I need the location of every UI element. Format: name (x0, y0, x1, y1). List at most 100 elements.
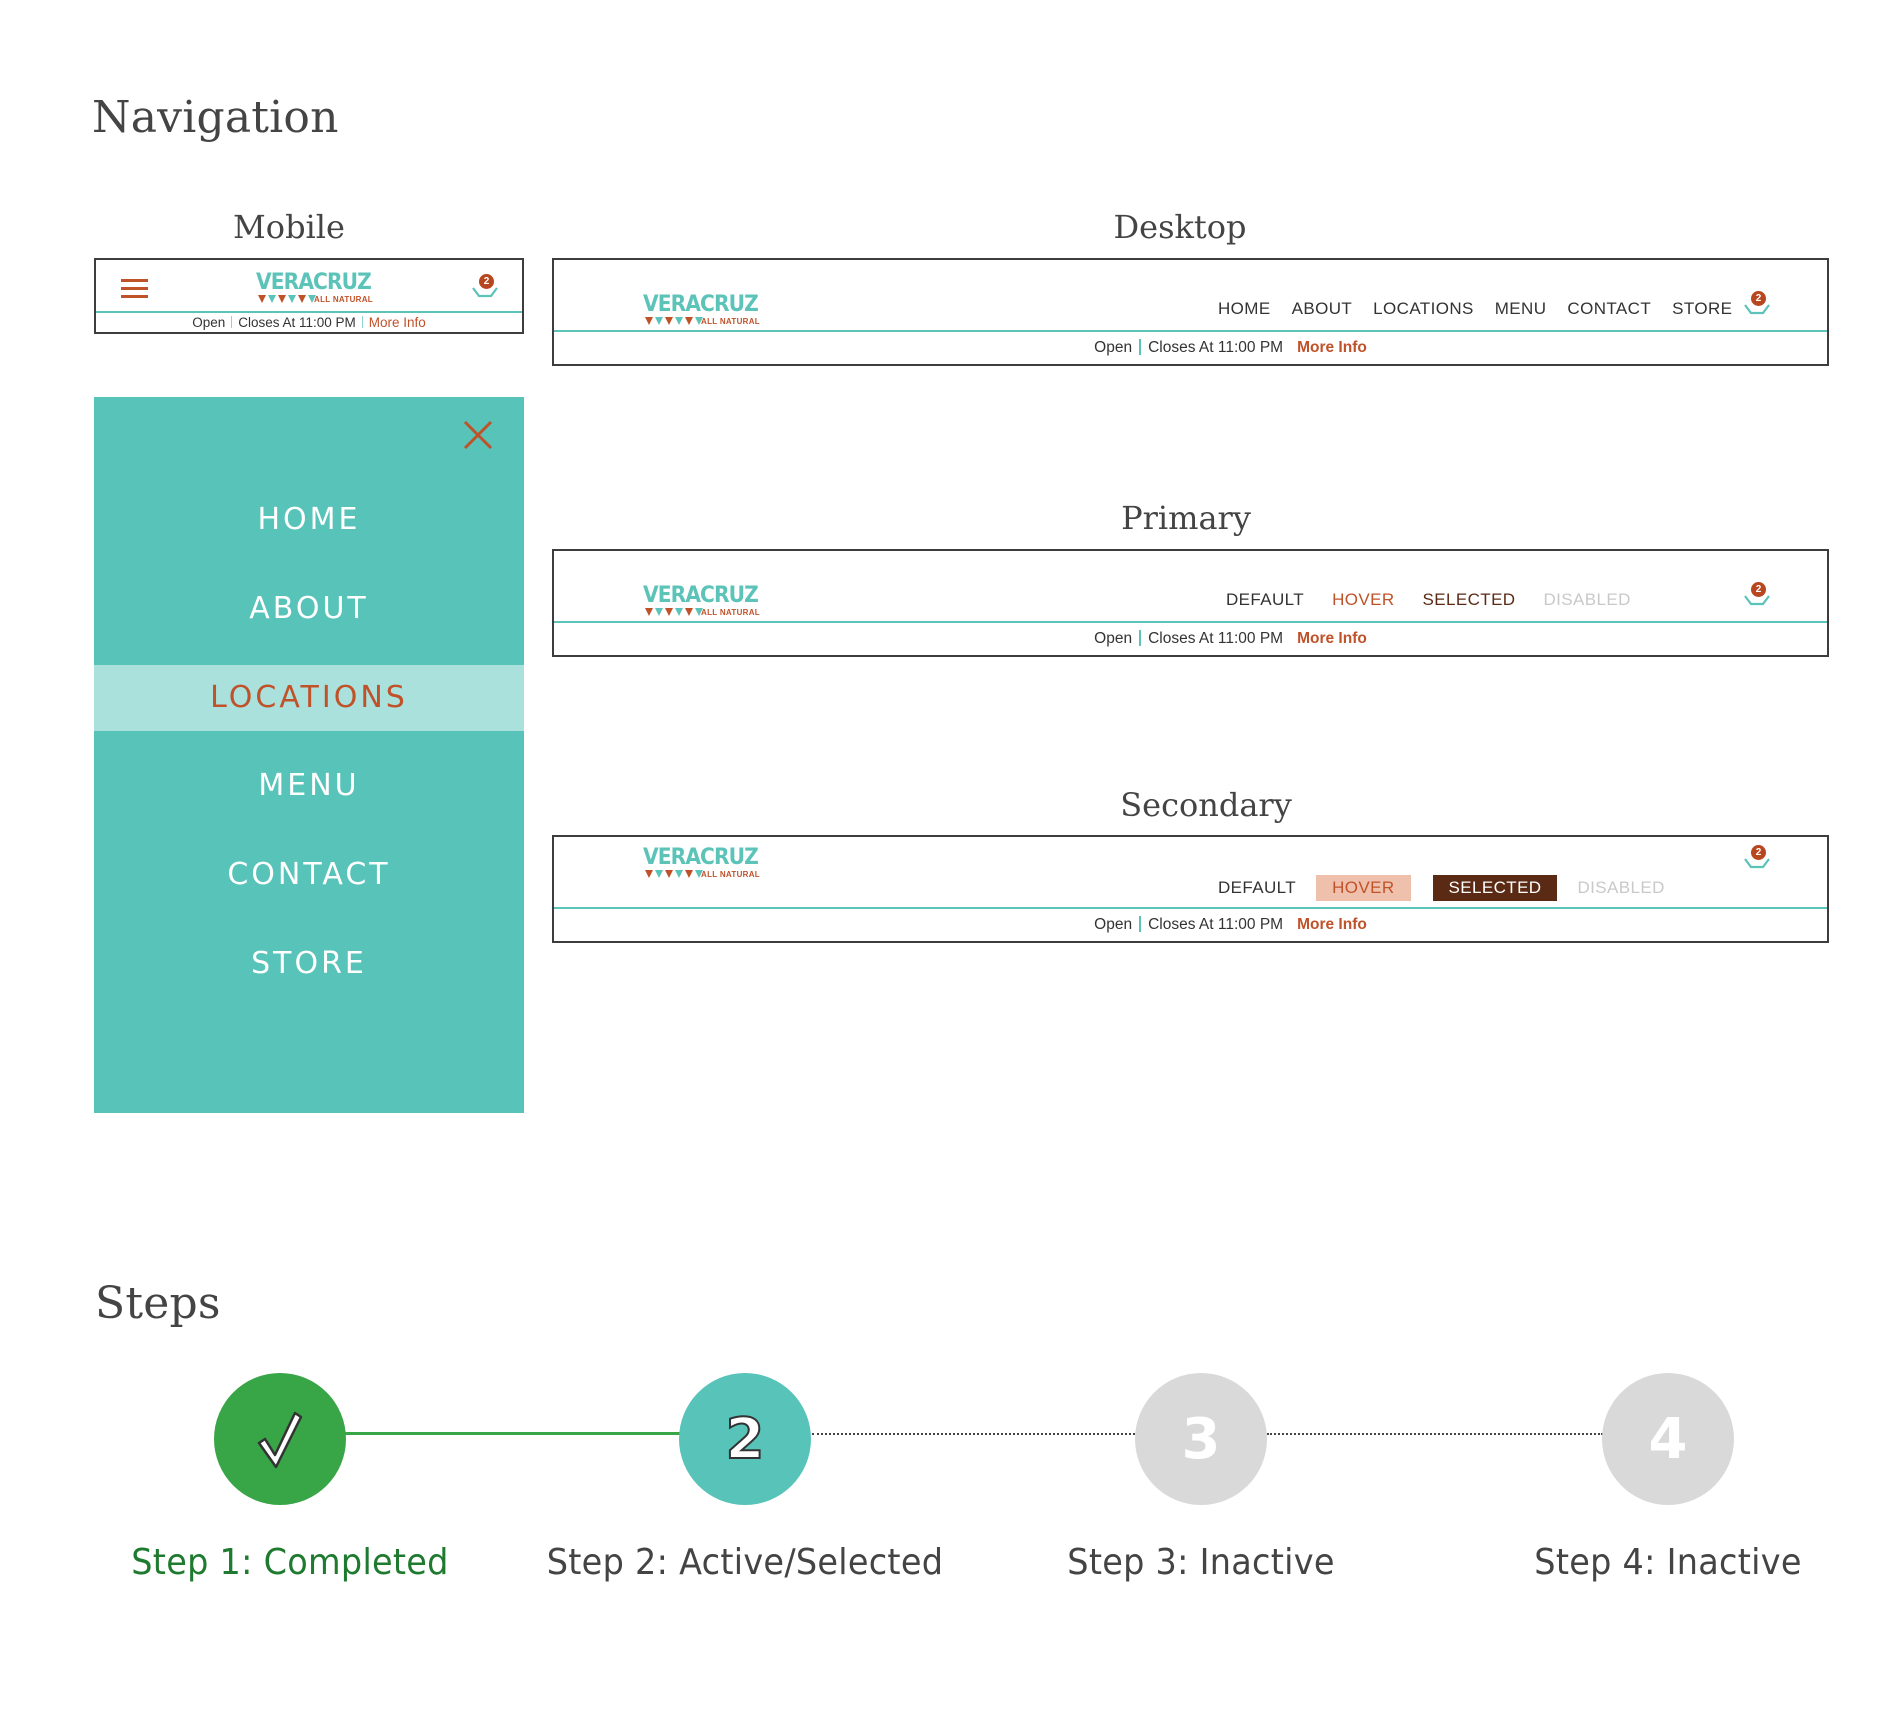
mobile-menu-panel: HOME ABOUT LOCATIONS MENU CONTACT STORE (94, 397, 524, 1113)
nav-item-menu[interactable]: MENU (1495, 299, 1547, 319)
step-3-circle[interactable]: 3 (1135, 1373, 1267, 1505)
open-status: Open (1094, 916, 1133, 933)
logo-wordmark: VERACRUZ (256, 270, 372, 295)
closing-time: Closes At 11:00 PM (1148, 630, 1284, 647)
logo-bunting-icon (258, 295, 316, 304)
more-info-link[interactable]: More Info (369, 315, 426, 330)
logo-bunting-icon (645, 870, 703, 879)
step-connector-pending (812, 1433, 1135, 1435)
store-hours-bar: Open Closes At 11:00 PM More Info (554, 339, 1827, 357)
step-3-label: Step 3: Inactive (1067, 1542, 1335, 1583)
nav-state-hover[interactable]: HOVER (1332, 590, 1394, 610)
logo-bunting-icon (645, 608, 703, 617)
logo-tagline: ALL NATURAL (701, 608, 760, 617)
cart-button[interactable]: 2 (1742, 845, 1772, 875)
hamburger-icon (121, 279, 148, 298)
open-status: Open (1094, 630, 1133, 647)
nav-item-store[interactable]: STORE (1672, 299, 1732, 319)
store-hours-bar: Open Closes At 11:00 PM More Info (96, 315, 522, 330)
primary-label: Primary (1121, 499, 1251, 537)
mobile-header: VERACRUZ ALL NATURAL 2 Open Closes At 11:… (94, 258, 524, 334)
nav-item-contact[interactable]: CONTACT (1567, 299, 1651, 319)
logo-wordmark: VERACRUZ (643, 292, 759, 317)
header-divider (96, 311, 522, 313)
mobile-menu-item-about[interactable]: ABOUT (94, 576, 524, 642)
nav-item-home[interactable]: HOME (1218, 299, 1271, 319)
nav-state-selected[interactable]: SELECTED (1423, 590, 1516, 610)
cart-count-badge: 2 (479, 274, 494, 289)
navigation-section-title: Navigation (92, 92, 339, 143)
brand-logo[interactable]: VERACRUZ ALL NATURAL (643, 845, 760, 881)
secondary-nav-states: DEFAULT HOVER SELECTED DISABLED (1218, 875, 1681, 901)
secondary-label: Secondary (1120, 786, 1292, 824)
desktop-nav: HOME ABOUT LOCATIONS MENU CONTACT STORE (1218, 299, 1732, 319)
secondary-nav-header: VERACRUZ ALL NATURAL DEFAULT HOVER SELEC… (552, 835, 1829, 943)
logo-wordmark: VERACRUZ (643, 583, 759, 608)
divider (1139, 339, 1142, 355)
logo-tagline: ALL NATURAL (314, 295, 373, 304)
brand-logo[interactable]: VERACRUZ ALL NATURAL (256, 270, 373, 306)
divider (231, 316, 233, 328)
nav-item-locations[interactable]: LOCATIONS (1373, 299, 1474, 319)
closing-time: Closes At 11:00 PM (1148, 339, 1284, 356)
step-connector-pending (1267, 1433, 1603, 1435)
closing-time: Closes At 11:00 PM (1148, 916, 1284, 933)
mobile-menu-item-locations[interactable]: LOCATIONS (94, 665, 524, 731)
mobile-label: Mobile (233, 208, 345, 246)
nav-state-default[interactable]: DEFAULT (1218, 878, 1296, 898)
nav-state-disabled: DISABLED (1577, 878, 1665, 897)
closing-time: Closes At 11:00 PM (238, 315, 356, 330)
header-divider (554, 621, 1827, 623)
desktop-label: Desktop (1113, 208, 1247, 246)
more-info-link[interactable]: More Info (1297, 630, 1367, 647)
logo-bunting-icon (645, 317, 703, 326)
step-2-label: Step 2: Active/Selected (546, 1542, 944, 1583)
brand-logo[interactable]: VERACRUZ ALL NATURAL (643, 292, 760, 328)
header-divider (554, 907, 1827, 909)
nav-state-hover[interactable]: HOVER (1316, 875, 1411, 901)
divider (361, 316, 363, 328)
step-2-circle[interactable]: 2 (679, 1373, 811, 1505)
divider (1139, 630, 1142, 646)
primary-nav-states: DEFAULT HOVER SELECTED DISABLED (1226, 590, 1631, 610)
step-1-circle[interactable] (214, 1373, 346, 1505)
cart-count-badge: 2 (1751, 582, 1766, 597)
cart-count-badge: 2 (1751, 291, 1766, 306)
store-hours-bar: Open Closes At 11:00 PM More Info (554, 630, 1827, 648)
step-3-number: 3 (1181, 1406, 1221, 1472)
nav-state-disabled: DISABLED (1543, 590, 1631, 609)
logo-wordmark: VERACRUZ (643, 845, 759, 870)
cart-button[interactable]: 2 (470, 274, 500, 304)
logo-tagline: ALL NATURAL (701, 870, 760, 879)
step-4-label: Step 4: Inactive (1534, 1542, 1802, 1583)
step-4-circle[interactable]: 4 (1602, 1373, 1734, 1505)
primary-nav-header: VERACRUZ ALL NATURAL DEFAULT HOVER SELEC… (552, 549, 1829, 657)
more-info-link[interactable]: More Info (1297, 339, 1367, 356)
step-1-label: Step 1: Completed (131, 1542, 449, 1583)
store-hours-bar: Open Closes At 11:00 PM More Info (554, 916, 1827, 934)
header-divider (554, 330, 1827, 332)
nav-state-default[interactable]: DEFAULT (1226, 590, 1304, 610)
close-x-icon (463, 420, 493, 450)
step-2-number: 2 (725, 1406, 766, 1473)
cart-button[interactable]: 2 (1742, 582, 1772, 612)
step-connector-completed (345, 1432, 681, 1435)
brand-logo[interactable]: VERACRUZ ALL NATURAL (643, 583, 760, 619)
mobile-menu-item-contact[interactable]: CONTACT (94, 842, 524, 908)
divider (1139, 916, 1142, 932)
open-status: Open (1094, 339, 1133, 356)
checkmark-icon (257, 1411, 303, 1469)
cart-button[interactable]: 2 (1742, 291, 1772, 321)
open-status: Open (192, 315, 226, 330)
desktop-header: VERACRUZ ALL NATURAL HOME ABOUT LOCATION… (552, 258, 1829, 366)
step-4-number: 4 (1648, 1406, 1688, 1472)
more-info-link[interactable]: More Info (1297, 916, 1367, 933)
nav-state-selected[interactable]: SELECTED (1432, 875, 1558, 901)
mobile-menu-item-store[interactable]: STORE (94, 931, 524, 997)
mobile-menu-item-menu[interactable]: MENU (94, 753, 524, 819)
mobile-menu-item-home[interactable]: HOME (94, 487, 524, 553)
cart-count-badge: 2 (1751, 845, 1766, 860)
nav-item-about[interactable]: ABOUT (1292, 299, 1353, 319)
hamburger-menu-button[interactable] (121, 277, 149, 299)
close-menu-button[interactable] (462, 419, 494, 451)
